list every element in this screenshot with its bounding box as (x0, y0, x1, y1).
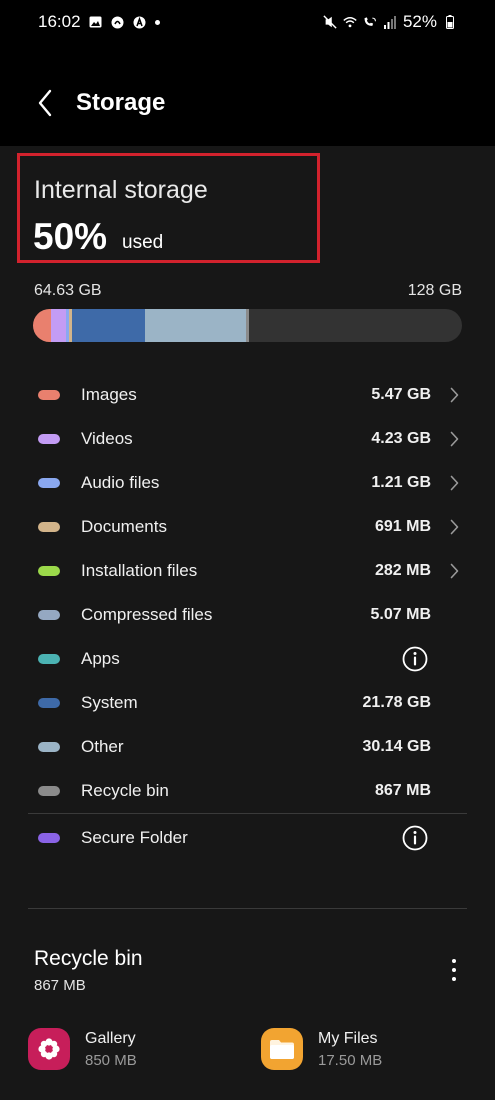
app-name: Gallery (85, 1029, 136, 1047)
recycle-bin-app-gallery[interactable]: Gallery 850 MB (28, 1024, 137, 1074)
section-divider (28, 908, 467, 909)
recycle-bin-title: Recycle bin (34, 947, 143, 970)
more-dot (452, 977, 456, 981)
category-size: 30.14 GB (362, 738, 431, 755)
app-bar: Storage (0, 70, 495, 136)
myfiles-text: My Files 17.50 MB (318, 1030, 382, 1069)
used-label: used (122, 232, 164, 253)
signal-icon (383, 15, 397, 29)
category-row-other[interactable]: Other 30.14 GB (0, 725, 495, 769)
category-size: 867 MB (374, 782, 431, 799)
category-name: Audio files (81, 473, 160, 492)
usage-segment-recycle-bin (246, 309, 250, 342)
category-row-recycle-bin[interactable]: Recycle bin 867 MB (0, 769, 495, 813)
status-bar: 16:02 52% (0, 0, 495, 44)
list-divider (28, 813, 467, 814)
category-color-dot (38, 522, 60, 532)
category-size: 5.47 GB (371, 386, 431, 403)
category-name: Recycle bin (81, 781, 169, 800)
status-left: 16:02 (38, 12, 160, 32)
status-time: 16:02 (38, 12, 81, 31)
category-color-dot (38, 698, 60, 708)
gallery-text: Gallery 850 MB (85, 1030, 137, 1069)
battery-percent: 52% (402, 12, 437, 31)
category-color-dot (38, 610, 60, 620)
category-size: 691 MB (374, 518, 431, 535)
category-name: Other (81, 737, 124, 756)
category-row-audio-files[interactable]: Audio files 1.21 GB (0, 461, 495, 505)
used-percent: 50% (33, 216, 108, 257)
chevron-right-icon (447, 561, 461, 581)
category-name: Videos (81, 429, 133, 448)
page-title: Storage (76, 89, 166, 116)
info-icon[interactable] (402, 646, 428, 672)
chevron-right-icon (447, 473, 461, 493)
category-name: System (81, 693, 138, 712)
wifi-icon (343, 15, 357, 29)
recycle-bin-size: 867 MB (34, 977, 86, 994)
category-row-apps[interactable]: Apps (0, 637, 495, 681)
more-options-button[interactable] (447, 956, 461, 984)
category-color-dot (38, 566, 60, 576)
app-size: 850 MB (85, 1051, 137, 1069)
storage-panel: Internal storage 50% used 64.63 GB 128 G… (0, 146, 495, 1100)
more-dot (452, 959, 456, 963)
category-size: 282 MB (374, 562, 431, 579)
category-color-dot (38, 742, 60, 752)
category-color-dot (38, 478, 60, 488)
category-row-compressed-files[interactable]: Compressed files 5.07 MB (0, 593, 495, 637)
usage-segment-system (72, 309, 146, 342)
app-name: My Files (318, 1029, 378, 1047)
chevron-left-icon (38, 89, 52, 117)
category-row-installation-files[interactable]: Installation files 282 MB (0, 549, 495, 593)
status-right: 52% (323, 12, 457, 32)
category-row-secure-folder[interactable]: Secure Folder (0, 816, 495, 860)
category-name: Secure Folder (81, 828, 188, 847)
used-size: 64.63 GB (34, 282, 102, 299)
category-row-images[interactable]: Images 5.47 GB (0, 373, 495, 417)
usage-segment-other (145, 309, 247, 342)
category-name: Installation files (81, 561, 198, 580)
image-notification-icon (89, 15, 103, 29)
category-size: 4.23 GB (371, 430, 431, 447)
category-name: Compressed files (81, 605, 213, 624)
info-icon[interactable] (402, 825, 428, 851)
chevron-right-icon (447, 517, 461, 537)
folder-icon (261, 1028, 303, 1070)
category-name: Images (81, 385, 137, 404)
more-dot (452, 968, 456, 972)
snapchat-notification-icon (111, 15, 125, 29)
chevron-right-icon (447, 429, 461, 449)
category-color-dot (38, 390, 60, 400)
recycle-bin-app-myfiles[interactable]: My Files 17.50 MB (261, 1024, 382, 1074)
usage-segment-videos (51, 309, 66, 342)
category-name: Apps (81, 649, 120, 668)
category-row-videos[interactable]: Videos 4.23 GB (0, 417, 495, 461)
category-color-dot (38, 786, 60, 796)
internal-storage-title: Internal storage (34, 176, 208, 204)
storage-usage-bar (33, 309, 462, 342)
category-color-dot (38, 654, 60, 664)
category-list: Images 5.47 GB Videos 4.23 GB Audio files 1.2… (0, 373, 495, 860)
category-color-dot (38, 833, 60, 843)
category-size: 5.07 MB (370, 606, 431, 623)
battery-icon (443, 15, 457, 29)
mute-icon (323, 15, 337, 29)
chevron-right-icon (447, 385, 461, 405)
category-size: 21.78 GB (362, 694, 431, 711)
category-size: 1.21 GB (371, 474, 431, 491)
app-size: 17.50 MB (318, 1051, 383, 1069)
category-row-documents[interactable]: Documents 691 MB (0, 505, 495, 549)
category-color-dot (38, 434, 60, 444)
app-notification-icon (133, 15, 147, 29)
total-size: 128 GB (407, 282, 462, 299)
usage-segment-images (33, 309, 52, 342)
category-name: Documents (81, 517, 167, 536)
wifi-calling-icon (363, 15, 377, 29)
gallery-flower-icon (28, 1028, 70, 1070)
back-button[interactable] (30, 83, 60, 123)
more-notifications-icon (154, 19, 160, 25)
category-row-system[interactable]: System 21.78 GB (0, 681, 495, 725)
